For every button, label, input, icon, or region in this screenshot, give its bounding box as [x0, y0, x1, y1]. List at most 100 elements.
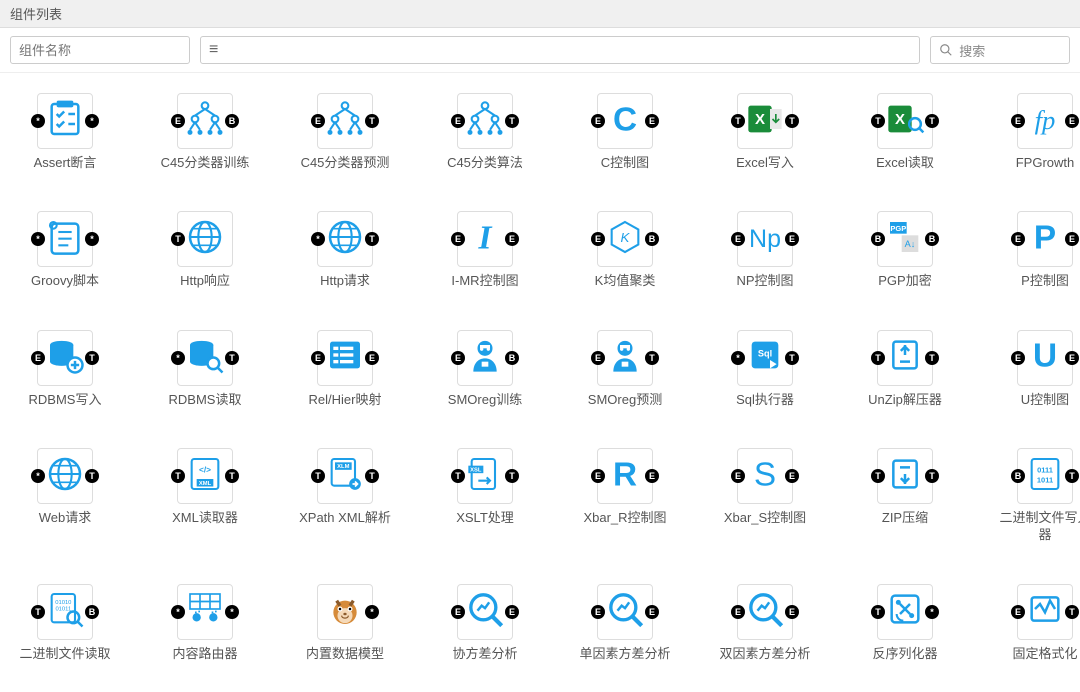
port-left[interactable]: * [31, 469, 45, 483]
component-item[interactable]: ET C45分类器预测 [290, 93, 400, 181]
port-left[interactable]: T [871, 114, 885, 128]
component-item[interactable]: * 内置数据模型 [290, 584, 400, 672]
component-icon-box[interactable]: X TT [877, 93, 933, 149]
component-item[interactable]: R EE Xbar_R控制图 [570, 448, 680, 553]
port-right[interactable]: E [645, 605, 659, 619]
port-right[interactable]: E [645, 114, 659, 128]
port-right[interactable]: T [85, 469, 99, 483]
port-right[interactable]: T [925, 351, 939, 365]
port-right[interactable]: T [785, 351, 799, 365]
port-right[interactable]: B [645, 232, 659, 246]
component-item[interactable]: T Http响应 [150, 211, 260, 299]
component-item[interactable]: EB SMOreg训练 [430, 330, 540, 418]
component-item[interactable]: I EE I-MR控制图 [430, 211, 540, 299]
component-item[interactable]: C EE C控制图 [570, 93, 680, 181]
component-icon-box[interactable]: ** [37, 211, 93, 267]
port-right[interactable]: * [85, 232, 99, 246]
component-icon-box[interactable]: U EE [1017, 330, 1073, 386]
component-icon-box[interactable]: PGPA↓ BB [877, 211, 933, 267]
port-right[interactable]: E [1065, 114, 1079, 128]
component-item[interactable]: EE 协方差分析 [430, 584, 540, 672]
port-right[interactable]: * [85, 114, 99, 128]
port-left[interactable]: E [451, 114, 465, 128]
port-right[interactable]: T [645, 351, 659, 365]
component-item[interactable]: EE Rel/Hier映射 [290, 330, 400, 418]
port-right[interactable]: T [225, 469, 239, 483]
port-right[interactable]: B [85, 605, 99, 619]
port-right[interactable]: T [505, 114, 519, 128]
port-right[interactable]: T [365, 469, 379, 483]
port-left[interactable]: E [451, 605, 465, 619]
port-left[interactable]: * [171, 351, 185, 365]
component-item[interactable]: TT ZIP压缩 [850, 448, 960, 553]
port-right[interactable]: E [785, 469, 799, 483]
port-left[interactable]: T [871, 605, 885, 619]
component-item[interactable]: ET RDBMS写入 [10, 330, 120, 418]
component-icon-box[interactable]: ET [1017, 584, 1073, 640]
port-right[interactable]: T [1065, 469, 1079, 483]
port-right[interactable]: * [225, 605, 239, 619]
component-item[interactable]: ET SMOreg预测 [570, 330, 680, 418]
component-icon-box[interactable]: TT [877, 330, 933, 386]
port-right[interactable]: T [225, 351, 239, 365]
component-icon-box[interactable]: Np EE [737, 211, 793, 267]
component-item[interactable]: ET C45分类算法 [430, 93, 540, 181]
component-icon-box[interactable]: ET [317, 93, 373, 149]
port-left[interactable]: T [311, 469, 325, 483]
component-item[interactable]: 0101001011 TB 二进制文件读取 [10, 584, 120, 672]
port-left[interactable]: E [591, 605, 605, 619]
component-icon-box[interactable]: ET [37, 330, 93, 386]
port-right[interactable]: T [925, 114, 939, 128]
component-item[interactable]: *T Http请求 [290, 211, 400, 299]
component-icon-box[interactable]: T* [877, 584, 933, 640]
component-icon-box[interactable]: TT [877, 448, 933, 504]
port-right[interactable]: E [365, 351, 379, 365]
port-left[interactable]: E [171, 114, 185, 128]
component-icon-box[interactable]: *T [177, 330, 233, 386]
port-left[interactable]: E [1011, 351, 1025, 365]
port-right[interactable]: T [785, 114, 799, 128]
component-item[interactable]: PGPA↓ BB PGP加密 [850, 211, 960, 299]
port-left[interactable]: E [731, 232, 745, 246]
port-left[interactable]: E [311, 114, 325, 128]
component-item[interactable]: Sql *T Sql执行器 [710, 330, 820, 418]
component-icon-box[interactable]: EE [737, 584, 793, 640]
port-right[interactable]: E [645, 469, 659, 483]
port-right[interactable]: T [85, 351, 99, 365]
component-icon-box[interactable]: K EB [597, 211, 653, 267]
component-icon-box[interactable]: ET [597, 330, 653, 386]
component-icon-box[interactable]: P EE [1017, 211, 1073, 267]
port-left[interactable]: E [731, 469, 745, 483]
port-left[interactable]: * [31, 232, 45, 246]
component-item[interactable]: XSL TT XSLT处理 [430, 448, 540, 553]
port-left[interactable]: E [311, 351, 325, 365]
port-left[interactable]: E [451, 351, 465, 365]
component-item[interactable]: </>XML TT XML读取器 [150, 448, 260, 553]
port-left[interactable]: * [31, 114, 45, 128]
port-left[interactable]: T [731, 114, 745, 128]
port-right[interactable]: E [1065, 351, 1079, 365]
component-icon-box[interactable]: X TT [737, 93, 793, 149]
component-icon-box[interactable]: S EE [737, 448, 793, 504]
port-right[interactable]: E [785, 605, 799, 619]
component-item[interactable]: T* 反序列化器 [850, 584, 960, 672]
component-item[interactable]: X TT Excel写入 [710, 93, 820, 181]
component-icon-box[interactable]: ** [37, 93, 93, 149]
component-item[interactable]: P EE P控制图 [990, 211, 1080, 299]
component-item[interactable]: S EE Xbar_S控制图 [710, 448, 820, 553]
component-item[interactable]: EB C45分类器训练 [150, 93, 260, 181]
port-right[interactable]: B [505, 351, 519, 365]
port-left[interactable]: T [31, 605, 45, 619]
component-icon-box[interactable]: XSL TT [457, 448, 513, 504]
port-left[interactable]: E [591, 232, 605, 246]
component-icon-box[interactable]: EB [177, 93, 233, 149]
component-icon-box[interactable]: ** [177, 584, 233, 640]
port-left[interactable]: B [1011, 469, 1025, 483]
component-item[interactable]: ** Assert断言 [10, 93, 120, 181]
port-right[interactable]: * [365, 605, 379, 619]
port-right[interactable]: T [505, 469, 519, 483]
port-left[interactable]: E [451, 232, 465, 246]
component-icon-box[interactable]: T [177, 211, 233, 267]
component-icon-box[interactable]: EE [457, 584, 513, 640]
port-left[interactable]: E [591, 114, 605, 128]
